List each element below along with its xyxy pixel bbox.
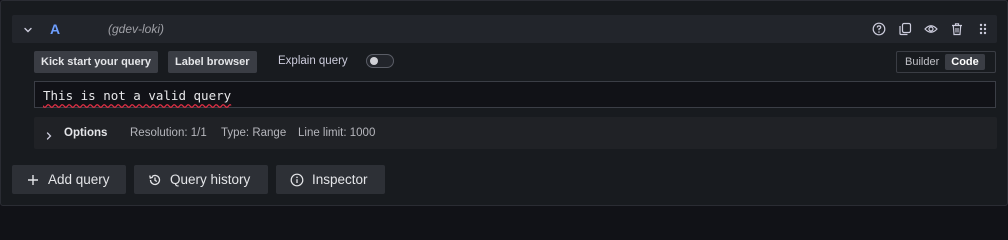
explain-query-toggle[interactable] xyxy=(366,54,394,68)
type-value: Type: Range xyxy=(221,127,287,139)
explain-query-label: Explain query xyxy=(278,55,348,67)
datasource-name: (gdev-loki) xyxy=(108,22,165,36)
chevron-right-icon[interactable] xyxy=(44,128,54,140)
query-text[interactable]: This is not a valid query xyxy=(43,88,231,103)
query-code-editor[interactable]: This is not a valid query xyxy=(34,81,996,108)
query-header-actions xyxy=(871,21,991,37)
inspector-label: Inspector xyxy=(312,172,368,187)
query-history-button[interactable]: Query history xyxy=(134,165,268,194)
query-row: A (gdev-loki) Kick start your query Labe… xyxy=(12,15,997,151)
builder-mode-button[interactable]: Builder xyxy=(899,54,945,70)
query-ref-id[interactable]: A xyxy=(50,21,60,37)
history-icon xyxy=(149,174,161,185)
inspector-button[interactable]: Inspector xyxy=(276,165,385,194)
add-query-label: Add query xyxy=(48,172,110,187)
editor-mode-switch: Builder Code xyxy=(896,51,996,73)
query-toolbar: Kick start your query Label browser Expl… xyxy=(34,51,997,73)
help-icon[interactable] xyxy=(871,21,887,37)
eye-icon[interactable] xyxy=(923,21,939,37)
drag-handle-icon[interactable] xyxy=(975,21,991,37)
options-title[interactable]: Options xyxy=(64,127,107,139)
info-icon xyxy=(290,173,304,186)
plus-icon xyxy=(28,174,38,185)
toggle-knob xyxy=(370,57,378,65)
query-editor-container: A (gdev-loki) Kick start your query Labe… xyxy=(0,0,1008,206)
label-browser-button[interactable]: Label browser xyxy=(168,51,257,73)
code-mode-button[interactable]: Code xyxy=(945,54,985,70)
duplicate-icon[interactable] xyxy=(897,21,913,37)
kick-start-button[interactable]: Kick start your query xyxy=(34,51,159,73)
line-limit-value: Line limit: 1000 xyxy=(298,127,376,139)
query-history-label: Query history xyxy=(170,172,251,187)
trash-icon[interactable] xyxy=(949,21,965,37)
query-row-header: A (gdev-loki) xyxy=(12,15,997,43)
add-query-button[interactable]: Add query xyxy=(12,165,126,194)
resolution-value: Resolution: 1/1 xyxy=(130,127,207,139)
collapse-chevron-icon[interactable] xyxy=(22,23,34,35)
query-options-bar[interactable]: Options Resolution: 1/1 Type: Range Line… xyxy=(34,117,997,149)
